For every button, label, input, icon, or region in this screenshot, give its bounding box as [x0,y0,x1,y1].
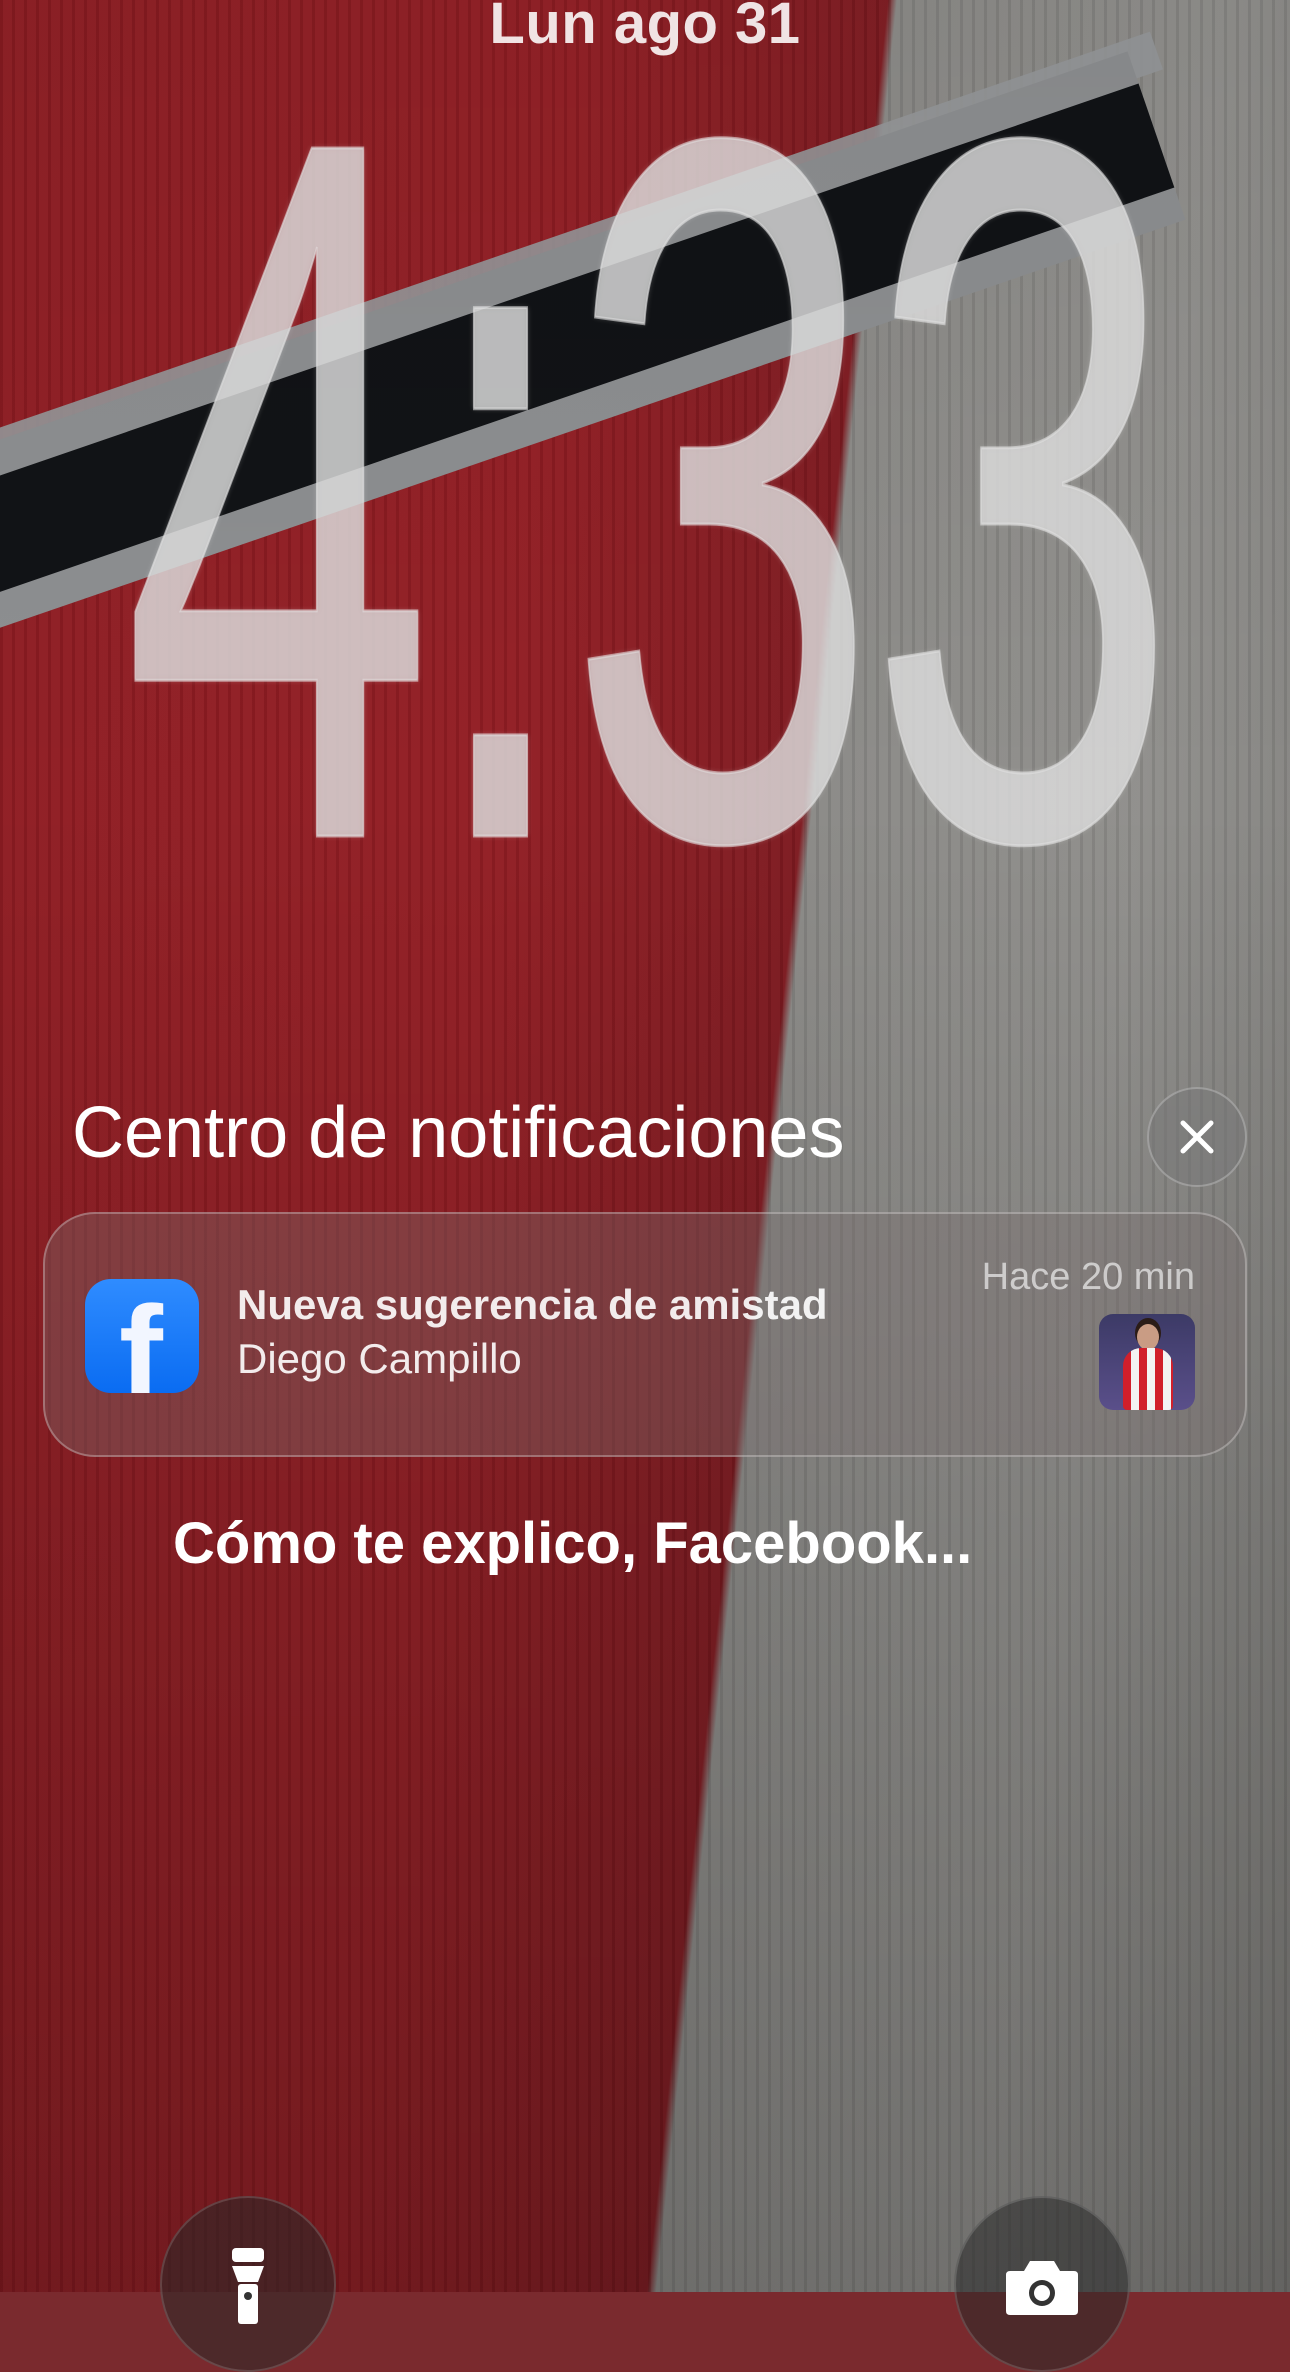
camera-icon [1006,2261,1078,2315]
thumbnail-person-head [1137,1324,1159,1350]
notification-title: Nueva sugerencia de amistad [237,1281,828,1328]
thumbnail-person-jersey [1123,1348,1173,1410]
facebook-icon-glyph: f [119,1279,163,1394]
caption-text: Cómo te explico, Facebook... [173,1511,973,1576]
notification-body: Diego Campillo [237,1335,522,1382]
notification-card[interactable]: f Nueva sugerencia de amistad Diego Camp… [43,1212,1247,1457]
camera-button[interactable] [954,2196,1130,2372]
close-icon [1180,1120,1214,1154]
notification-center-title: Centro de notificaciones [72,1093,845,1173]
flashlight-button[interactable] [160,2196,336,2372]
notification-time: Hace 20 min [981,1256,1195,1298]
notification-thumbnail [1099,1314,1195,1410]
facebook-icon: f [85,1279,199,1393]
flashlight-icon [232,2248,264,2324]
clear-notifications-button[interactable] [1147,1087,1247,1187]
lock-clock: 4:33 [122,0,1180,1048]
